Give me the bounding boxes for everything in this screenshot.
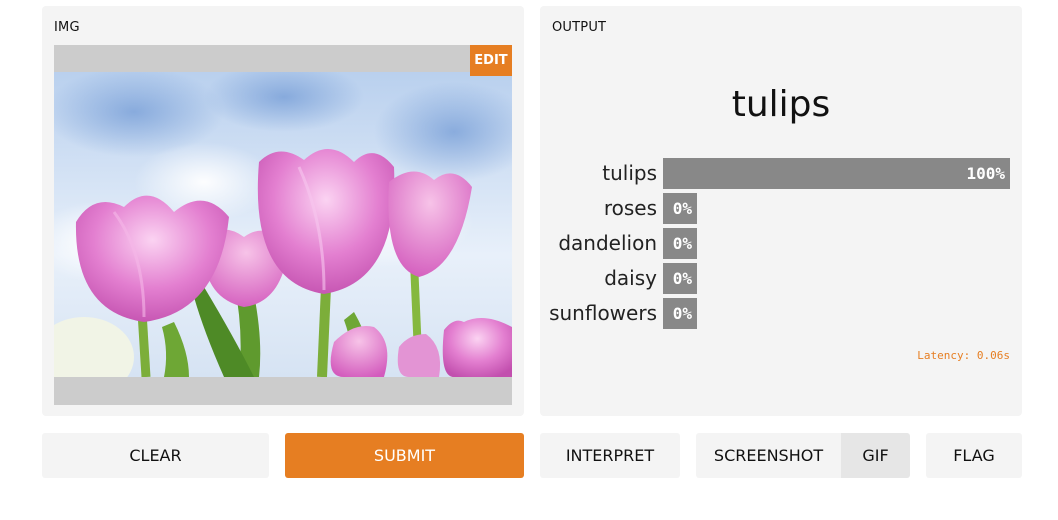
confidence-bar: 0% [663, 193, 697, 224]
gif-button[interactable]: GIF [841, 433, 910, 478]
confidence-label: sunflowers [549, 301, 657, 325]
latency-text: Latency: 0.06s [917, 349, 1010, 362]
clear-button[interactable]: CLEAR [42, 433, 269, 478]
confidence-label: daisy [604, 266, 657, 290]
output-panel-title: OUTPUT [552, 20, 607, 35]
confidence-label: roses [603, 196, 657, 220]
confidence-bar: 0% [663, 228, 697, 259]
confidence-label: tulips [602, 161, 657, 185]
confidence-bar: 0% [663, 298, 697, 329]
input-panel-title: IMG [54, 20, 80, 35]
confidence-row: roses 0% [540, 193, 1022, 224]
confidence-bar: 100% [663, 158, 1010, 189]
uploaded-image [54, 72, 512, 377]
confidence-row: sunflowers 0% [540, 298, 1022, 329]
confidence-row: dandelion 0% [540, 228, 1022, 259]
confidence-label: dandelion [558, 231, 657, 255]
submit-button[interactable]: SUBMIT [285, 433, 524, 478]
interpret-button[interactable]: INTERPRET [540, 433, 680, 478]
image-input-frame[interactable]: EDIT [54, 45, 512, 405]
confidence-bar: 0% [663, 263, 697, 294]
edit-button[interactable]: EDIT [470, 45, 512, 76]
predicted-label: tulips [731, 84, 831, 125]
confidence-row: daisy 0% [540, 263, 1022, 294]
screenshot-button[interactable]: SCREENSHOT [696, 433, 841, 478]
input-panel: IMG EDIT [42, 6, 524, 416]
output-panel: OUTPUT tulips tulips 100% roses 0% dande… [540, 6, 1022, 416]
confidence-row: tulips 100% [540, 158, 1022, 189]
flag-button[interactable]: FLAG [926, 433, 1022, 478]
